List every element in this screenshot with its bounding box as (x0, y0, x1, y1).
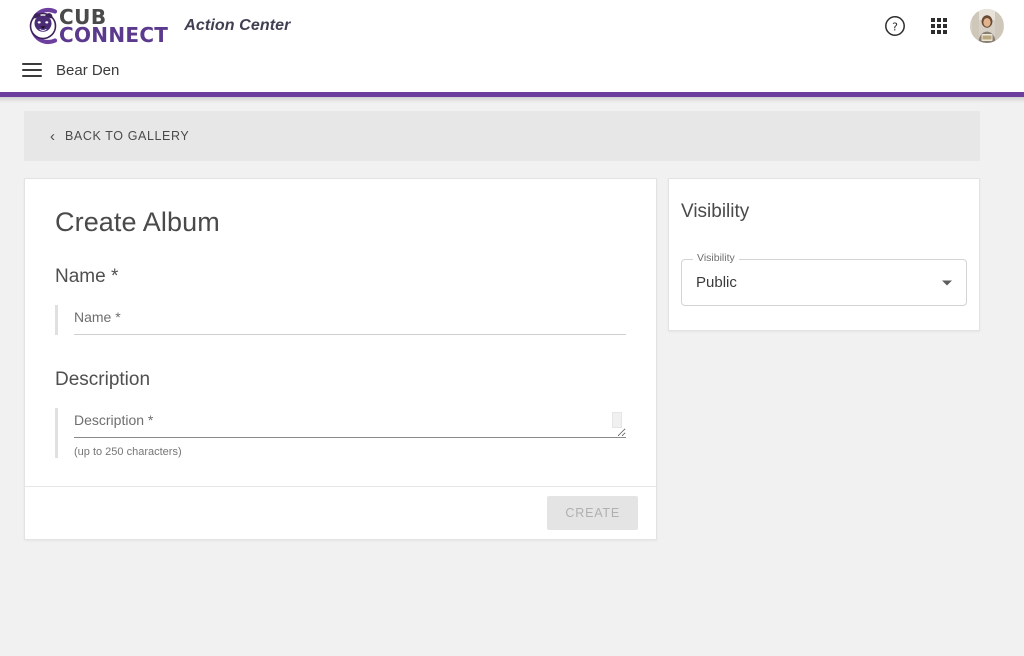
app-subtitle: Action Center (184, 17, 291, 34)
help-circle-icon[interactable]: ? (882, 13, 908, 39)
page-title: Create Album (55, 207, 220, 237)
org-name-label[interactable]: Bear Den (56, 62, 119, 79)
header-top-row: CUB CONNECT Action Center ? (0, 0, 1024, 52)
brand-wordmark: CUB CONNECT (59, 7, 169, 47)
brand-logo-link[interactable]: CUB CONNECT (22, 5, 168, 47)
app-header: CUB CONNECT Action Center ? Bear Den (0, 0, 1024, 92)
description-field-group: (up to 250 characters) (55, 408, 626, 458)
create-album-footer: CREATE (25, 486, 656, 539)
create-album-body: Create Album Name * Description (25, 179, 656, 486)
visibility-select-legend: Visibility (693, 253, 739, 264)
chevron-down-icon (942, 280, 952, 285)
description-textarea[interactable] (74, 408, 626, 438)
avatar[interactable] (970, 9, 1004, 43)
description-hint: (up to 250 characters) (74, 446, 182, 458)
description-textarea-wrap (74, 408, 626, 438)
hamburger-menu-icon[interactable] (22, 63, 42, 77)
name-input[interactable] (74, 305, 626, 335)
bear-head-logo-icon (22, 5, 70, 47)
back-to-gallery-button[interactable]: ‹ BACK TO GALLERY (24, 111, 980, 161)
description-field-control: (up to 250 characters) (58, 408, 626, 458)
visibility-panel-title: Visibility (681, 201, 750, 222)
page-content: ‹ BACK TO GALLERY Create Album Name * De… (0, 97, 1024, 540)
brand-line-2: CONNECT (59, 22, 169, 47)
name-field-label: Name * (55, 266, 119, 287)
description-field-label: Description (55, 369, 151, 390)
apps-grid-dots (931, 18, 947, 34)
back-to-gallery-label: BACK TO GALLERY (65, 129, 190, 143)
visibility-select[interactable]: Visibility Public (681, 253, 967, 306)
chevron-left-icon: ‹ (50, 127, 55, 145)
name-field-group (55, 305, 626, 335)
name-field-control (58, 305, 626, 335)
create-album-card: Create Album Name * Description (24, 178, 657, 540)
header-shadow (0, 97, 1024, 103)
apps-grid-icon[interactable] (926, 13, 952, 39)
header-bottom-row: Bear Den (0, 52, 1024, 88)
header-actions: ? (882, 9, 1004, 43)
visibility-card: Visibility Visibility Public (668, 178, 980, 331)
content-row: Create Album Name * Description (24, 178, 1000, 540)
visibility-select-value: Public (696, 274, 737, 291)
svg-text:?: ? (892, 20, 898, 33)
create-button[interactable]: CREATE (547, 496, 638, 530)
resize-handle-icon[interactable] (612, 412, 622, 428)
